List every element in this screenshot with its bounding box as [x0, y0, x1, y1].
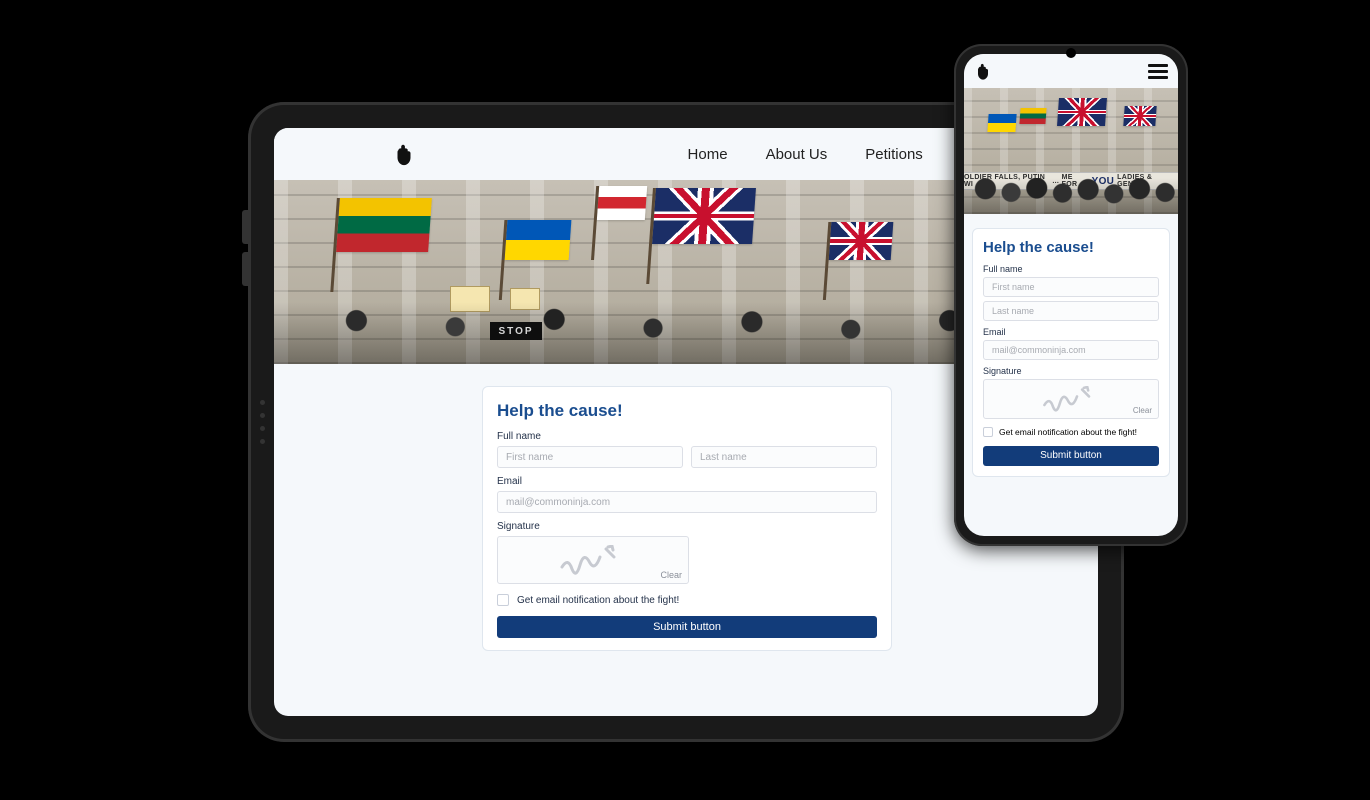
petition-form-card-mobile: Help the cause! Full name First name Las… — [972, 228, 1170, 477]
signature-pad[interactable]: Clear — [983, 379, 1159, 419]
form-title: Help the cause! — [983, 239, 1159, 256]
hamburger-menu-icon[interactable] — [1148, 64, 1168, 79]
first-name-input[interactable]: First name — [983, 277, 1159, 297]
flag-uk-icon — [1057, 98, 1107, 126]
hero-image-mobile: OLDIER FALLS, PUTIN WI … ME FOR YOU LADI… — [964, 88, 1178, 214]
main-nav: Home About Us Petitions Co — [688, 146, 980, 163]
notify-checkbox[interactable] — [983, 427, 993, 437]
full-name-label: Full name — [497, 431, 877, 442]
nav-home[interactable]: Home — [688, 146, 728, 163]
nav-petitions[interactable]: Petitions — [865, 146, 923, 163]
phone-screen: OLDIER FALLS, PUTIN WI … ME FOR YOU LADI… — [964, 54, 1178, 536]
full-name-label: Full name — [983, 264, 1159, 274]
last-name-input[interactable]: Last name — [983, 301, 1159, 321]
last-name-input[interactable]: Last name — [691, 446, 877, 468]
email-label: Email — [983, 327, 1159, 337]
notify-checkbox-label: Get email notification about the fight! — [517, 595, 679, 606]
email-input[interactable]: mail@commoninja.com — [497, 491, 877, 513]
phone-device: OLDIER FALLS, PUTIN WI … ME FOR YOU LADI… — [954, 44, 1188, 546]
form-title: Help the cause! — [497, 401, 877, 421]
flag-uk-icon — [1123, 106, 1156, 126]
crowd-silhouette — [964, 178, 1178, 214]
submit-button[interactable]: Submit button — [983, 446, 1159, 466]
nav-about[interactable]: About Us — [766, 146, 828, 163]
flag-uk-icon — [652, 188, 756, 244]
submit-button[interactable]: Submit button — [497, 616, 877, 638]
flag-belarus-icon — [597, 186, 647, 220]
tablet-speaker-dots — [260, 400, 265, 444]
flag-ukraine-icon — [987, 114, 1016, 132]
fist-logo-icon — [974, 61, 992, 81]
flag-uk-icon — [829, 222, 894, 260]
first-name-input[interactable]: First name — [497, 446, 683, 468]
flag-lithuania-icon — [1019, 108, 1046, 124]
signature-clear-button[interactable]: Clear — [1133, 406, 1152, 415]
fist-logo-icon — [392, 141, 416, 167]
flag-ukraine-icon — [505, 220, 572, 260]
email-input[interactable]: mail@commoninja.com — [983, 340, 1159, 360]
tablet-side-button — [242, 210, 248, 244]
signature-clear-button[interactable]: Clear — [660, 570, 682, 580]
flag-lithuania-icon — [336, 198, 432, 252]
signature-pad[interactable]: Clear — [497, 536, 689, 584]
signature-label: Signature — [983, 366, 1159, 376]
tablet-side-button — [242, 252, 248, 286]
petition-form-card: Help the cause! Full name First name Las… — [482, 386, 892, 651]
phone-camera-dot — [1066, 48, 1076, 58]
site-header-mobile — [964, 54, 1178, 88]
notify-checkbox[interactable] — [497, 594, 509, 606]
notify-checkbox-label: Get email notification about the fight! — [999, 427, 1137, 437]
email-label: Email — [497, 476, 877, 487]
signature-label: Signature — [497, 521, 877, 532]
